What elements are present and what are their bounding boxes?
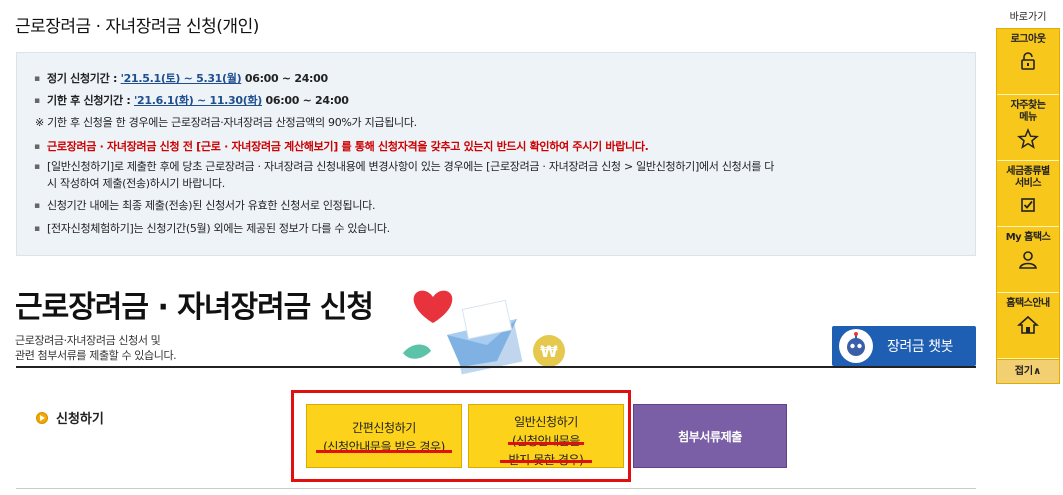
underline-mark	[508, 442, 584, 445]
robot-icon	[839, 329, 873, 363]
general-apply-button[interactable]: 일반신청하기 (신청안내문을 받지 못한 경우)	[468, 404, 624, 468]
attach-documents-button[interactable]: 첨부서류제출	[633, 404, 787, 468]
star-icon	[1017, 128, 1039, 149]
bullet-arrow-icon	[36, 411, 48, 424]
late-note: ※ 기한 후 신청을 한 경우에는 근로장려금·자녀장려금 산정금액의 90%가…	[35, 116, 417, 129]
underline-mark	[500, 460, 592, 463]
apply-section-label: 신청하기	[36, 408, 104, 427]
late-dates-link[interactable]: '21.6.1(화) ~ 11.30(화)	[134, 94, 262, 107]
svg-text:₩: ₩	[540, 342, 558, 361]
simple-apply-button[interactable]: 간편신청하기 (신청안내문을 받은 경우)	[306, 404, 462, 468]
chatbot-label: 장려금 챗봇	[887, 339, 953, 355]
change-note-line-1: [일반신청하기]로 제출한 후에 당초 근로장려금 · 자녀장려금 신청내용에 …	[34, 159, 774, 175]
late-period: 기한 후 신청기간 : '21.6.1(화) ~ 11.30(화) 06:00 …	[34, 93, 349, 109]
main-title: 근로장려금 · 자녀장려금 신청	[15, 290, 374, 325]
valid-note: 신청기간 내에는 최종 제출(전송)된 신청서가 유효한 신청서로 인정됩니다.	[34, 198, 375, 214]
checkbox-icon	[1021, 198, 1035, 212]
page-title: 근로장려금 · 자녀장려금 신청(개인)	[15, 17, 259, 37]
house-icon	[1017, 315, 1039, 334]
change-note-line-2: 시 작성하여 제출(전송)하시기 바랍니다.	[47, 177, 225, 190]
quick-menu-panel: 로그아웃 자주찾는 메뉴 세금종류별 서비스 My 홈택스 홈택스안내	[996, 28, 1060, 360]
sidebar-item-tax-services[interactable]: 세금종류별 서비스	[997, 161, 1059, 227]
sidebar-item-logout[interactable]: 로그아웃	[997, 29, 1059, 95]
notice-box: 정기 신청기간 : '21.5.1(토) ~ 5.31(월) 06:00 ~ 2…	[16, 52, 976, 256]
chatbot-button[interactable]: 장려금 챗봇	[832, 326, 976, 366]
sidebar-item-my-hometax[interactable]: My 홈택스	[997, 227, 1059, 293]
warning-text: 근로장려금 · 자녀장려금 신청 전 [근로 · 자녀장려금 계산해보기] 를 …	[34, 139, 649, 155]
sidebar-item-hometax-guide[interactable]: 홈택스안내	[997, 293, 1059, 359]
section-divider	[16, 366, 976, 368]
quick-menu-header: 바로가기	[1009, 12, 1047, 23]
bottom-divider	[16, 488, 976, 489]
person-icon	[1019, 251, 1037, 269]
sidebar-item-favorites[interactable]: 자주찾는 메뉴	[997, 95, 1059, 161]
regular-dates-link[interactable]: '21.5.1(토) ~ 5.31(월)	[121, 72, 242, 85]
trial-note: [전자신청체험하기]는 신청기간(5월) 외에는 제공된 정보가 다를 수 있습…	[34, 221, 390, 237]
main-description: 근로장려금·자녀장려금 신청서 및 관련 첨부서류를 제출할 수 있습니다.	[15, 334, 177, 362]
quick-menu-sidebar: 바로가기 로그아웃 자주찾는 메뉴 세금종류별 서비스 My 홈택스 홈택스안내…	[996, 8, 1060, 384]
regular-period: 정기 신청기간 : '21.5.1(토) ~ 5.31(월) 06:00 ~ 2…	[34, 71, 328, 87]
underline-mark	[316, 450, 452, 453]
lock-icon	[1021, 52, 1035, 70]
sidebar-fold-button[interactable]: 접기∧	[996, 360, 1060, 384]
